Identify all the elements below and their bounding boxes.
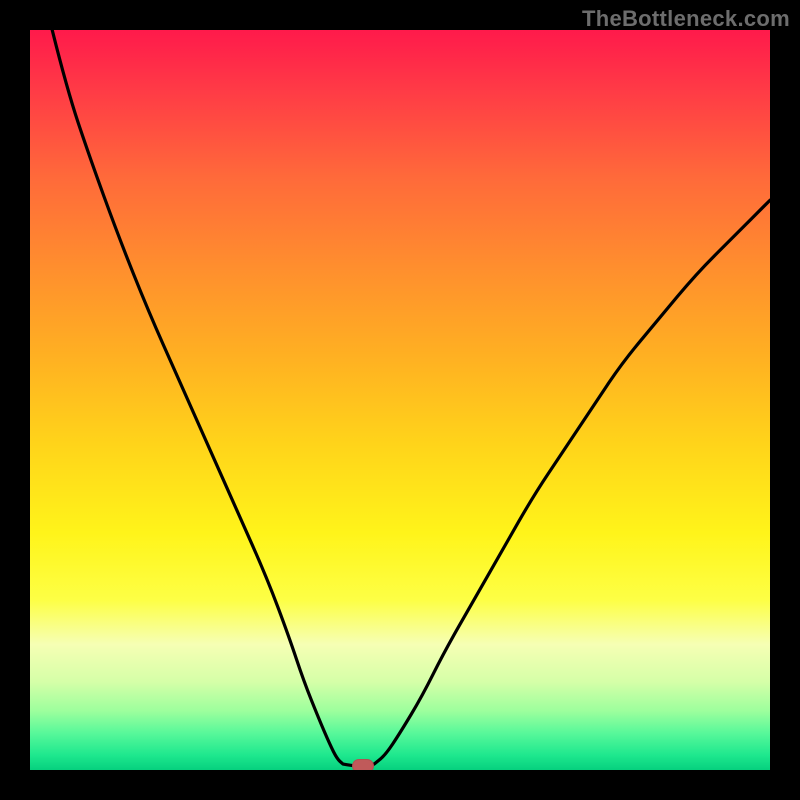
watermark-text: TheBottleneck.com xyxy=(582,6,790,32)
bottleneck-curve xyxy=(30,30,770,770)
plot-area xyxy=(30,30,770,770)
optimum-marker xyxy=(352,759,374,770)
chart-frame: TheBottleneck.com xyxy=(0,0,800,800)
